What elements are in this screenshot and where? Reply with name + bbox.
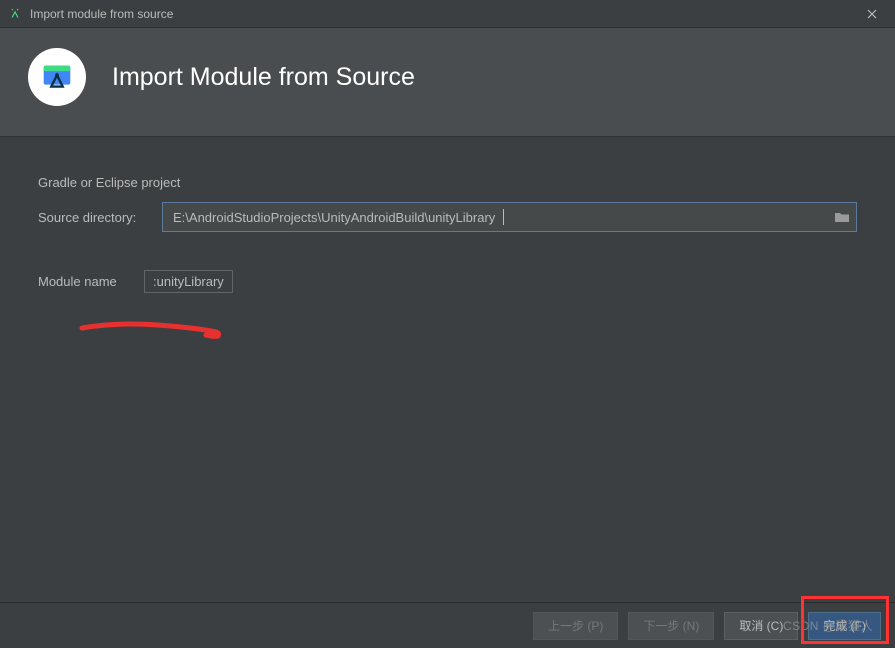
source-directory-input-wrap[interactable]: E:\AndroidStudioProjects\UnityAndroidBui… bbox=[162, 202, 857, 232]
section-label: Gradle or Eclipse project bbox=[38, 175, 857, 190]
module-name-label: Module name bbox=[38, 274, 130, 289]
module-name-value[interactable]: :unityLibrary bbox=[144, 270, 233, 293]
android-studio-logo bbox=[28, 48, 86, 106]
red-underline-annotation bbox=[78, 318, 228, 347]
dialog-content: Gradle or Eclipse project Source directo… bbox=[0, 137, 895, 293]
source-directory-label: Source directory: bbox=[38, 210, 148, 225]
finish-button[interactable]: 完成 (F) bbox=[808, 612, 881, 640]
module-name-row: Module name :unityLibrary bbox=[38, 270, 857, 293]
source-directory-row: Source directory: E:\AndroidStudioProjec… bbox=[38, 202, 857, 232]
android-studio-icon bbox=[8, 7, 22, 21]
close-button[interactable] bbox=[857, 0, 887, 28]
titlebar: Import module from source bbox=[0, 0, 895, 28]
previous-button[interactable]: 上一步 (P) bbox=[533, 612, 618, 640]
cancel-button[interactable]: 取消 (C) bbox=[724, 612, 798, 640]
window-title: Import module from source bbox=[30, 7, 173, 21]
dialog-footer: 上一步 (P) 下一步 (N) 取消 (C) 完成 (F) bbox=[0, 602, 895, 648]
next-button[interactable]: 下一步 (N) bbox=[628, 612, 714, 640]
dialog-header: Import Module from Source bbox=[0, 28, 895, 137]
browse-folder-icon[interactable] bbox=[834, 210, 850, 224]
dialog-title: Import Module from Source bbox=[112, 63, 415, 92]
source-directory-input[interactable]: E:\AndroidStudioProjects\UnityAndroidBui… bbox=[173, 210, 503, 225]
